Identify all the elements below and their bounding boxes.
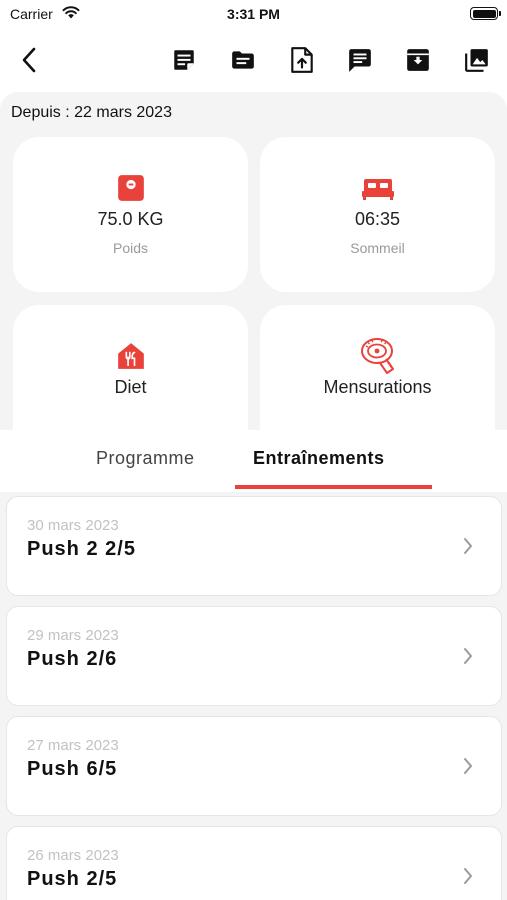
tape-measure-icon [360, 338, 394, 374]
diet-label: Diet [114, 377, 147, 397]
chevron-right-icon [464, 648, 472, 664]
weight-label: Poids [112, 240, 149, 256]
nav-bar [0, 38, 507, 82]
restaurant-icon [117, 343, 144, 369]
archive-icon [407, 49, 429, 71]
sleep-card[interactable]: 06:35 Sommeil [260, 137, 495, 292]
note-button[interactable] [170, 46, 198, 74]
tab-programme[interactable]: Programme [96, 448, 195, 469]
workout-title: Push 2/6 [27, 648, 118, 670]
workout-date: 27 mars 2023 [27, 737, 119, 754]
workout-date: 30 mars 2023 [27, 517, 119, 534]
weight-card[interactable]: 75.0 KG Poids [13, 137, 248, 292]
file-upload-icon [291, 47, 313, 73]
workout-row[interactable]: 26 mars 2023 Push 2/5 [6, 826, 502, 900]
scale-icon [117, 175, 144, 201]
sleep-label: Sommeil [350, 240, 405, 256]
workout-date: 29 mars 2023 [27, 627, 119, 644]
battery-icon [470, 7, 501, 20]
active-tab-indicator [235, 485, 432, 489]
archive-button[interactable] [404, 46, 432, 74]
workout-row[interactable]: 29 mars 2023 Push 2/6 [6, 606, 502, 706]
back-chevron-icon [22, 47, 36, 73]
tab-bar: Programme Entraînements [0, 430, 507, 492]
chevron-right-icon [464, 868, 472, 884]
message-icon [349, 49, 371, 72]
back-button[interactable] [14, 44, 44, 76]
tab-workouts[interactable]: Entraînements [253, 448, 385, 469]
weight-value: 75.0 KG [97, 209, 164, 229]
message-button[interactable] [346, 46, 374, 74]
status-bar: Carrier 3:31 PM [0, 0, 507, 30]
file-upload-button[interactable] [288, 46, 316, 74]
diet-card[interactable]: Diet [13, 305, 248, 440]
measurements-label: Mensurations [323, 377, 432, 397]
content-area: Depuis : 22 mars 2023 75.0 KG Poids 06:3… [0, 92, 507, 900]
photo-library-button[interactable] [463, 46, 491, 74]
photo-library-icon [465, 49, 488, 72]
workout-title: Push 2/5 [27, 868, 118, 890]
workout-title: Push 2 2/5 [27, 538, 136, 560]
note-icon [174, 50, 194, 70]
folder-button[interactable] [229, 46, 257, 74]
measurements-card[interactable]: Mensurations [260, 305, 495, 440]
status-time: 3:31 PM [227, 6, 280, 22]
workout-title: Push 6/5 [27, 758, 118, 780]
chevron-right-icon [464, 538, 472, 554]
since-date: Depuis : 22 mars 2023 [11, 104, 172, 121]
chevron-right-icon [464, 758, 472, 774]
workout-date: 26 mars 2023 [27, 847, 119, 864]
workout-row[interactable]: 27 mars 2023 Push 6/5 [6, 716, 502, 816]
bed-icon [361, 179, 394, 200]
folder-icon [232, 51, 254, 69]
sleep-value: 06:35 [354, 209, 401, 229]
workout-row[interactable]: 30 mars 2023 Push 2 2/5 [6, 496, 502, 596]
